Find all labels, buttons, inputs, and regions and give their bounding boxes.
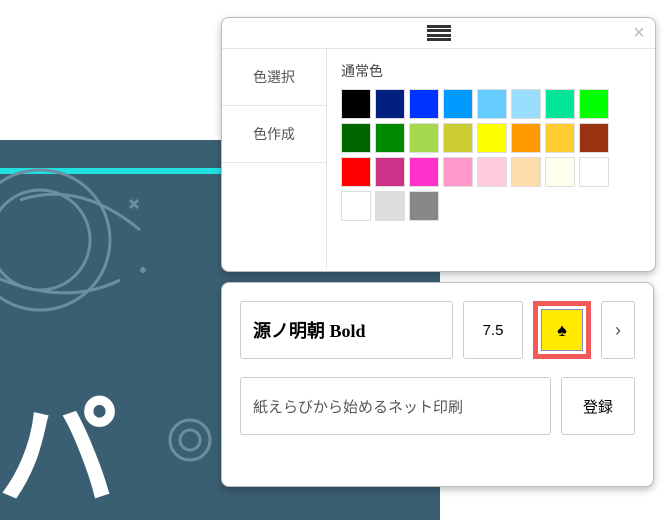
color-area: 通常色	[327, 49, 655, 269]
color-swatch[interactable]	[443, 157, 473, 187]
panel-body: 色選択 色作成 通常色	[222, 49, 655, 269]
color-tabs: 色選択 色作成	[222, 49, 327, 269]
color-swatch[interactable]	[341, 123, 371, 153]
color-swatch[interactable]	[579, 157, 609, 187]
color-swatch[interactable]	[341, 191, 371, 221]
color-swatch[interactable]	[477, 157, 507, 187]
font-name-select[interactable]: 源ノ明朝 Bold	[240, 301, 453, 359]
color-swatch[interactable]	[511, 157, 541, 187]
color-swatch[interactable]	[375, 123, 405, 153]
text-color-button[interactable]: ♠	[541, 309, 583, 351]
app-background: |パ × 色選択 色作成 通常色 源ノ明朝 Bold 7.5 ♠ ›	[0, 0, 670, 520]
panel-header: ×	[222, 18, 655, 49]
color-swatch[interactable]	[443, 89, 473, 119]
color-swatch[interactable]	[579, 123, 609, 153]
color-swatch[interactable]	[341, 89, 371, 119]
color-swatch[interactable]	[511, 123, 541, 153]
color-swatch[interactable]	[409, 123, 439, 153]
swatch-grid	[341, 89, 641, 221]
font-panel: 源ノ明朝 Bold 7.5 ♠ › 紙えらびから始めるネット印刷 登録	[221, 282, 654, 487]
highlighted-color-button: ♠	[533, 301, 591, 359]
art-letters: |パ	[0, 356, 112, 520]
close-icon[interactable]: ×	[629, 23, 649, 43]
color-swatch[interactable]	[409, 89, 439, 119]
menu-icon[interactable]	[427, 25, 451, 41]
color-swatch[interactable]	[477, 89, 507, 119]
chevron-right-icon[interactable]: ›	[601, 301, 635, 359]
color-swatch[interactable]	[409, 191, 439, 221]
register-button[interactable]: 登録	[561, 377, 635, 435]
color-swatch[interactable]	[545, 123, 575, 153]
color-swatch[interactable]	[375, 191, 405, 221]
color-swatch[interactable]	[341, 157, 371, 187]
color-swatch[interactable]	[443, 123, 473, 153]
font-row: 源ノ明朝 Bold 7.5 ♠ ›	[240, 301, 635, 359]
color-swatch[interactable]	[477, 123, 507, 153]
color-swatch[interactable]	[375, 89, 405, 119]
sample-text-input[interactable]: 紙えらびから始めるネット印刷	[240, 377, 551, 435]
color-panel: × 色選択 色作成 通常色	[221, 17, 656, 272]
tab-color-create[interactable]: 色作成	[222, 106, 326, 163]
section-label: 通常色	[341, 61, 641, 81]
sample-row: 紙えらびから始めるネット印刷 登録	[240, 377, 635, 435]
color-swatch[interactable]	[545, 89, 575, 119]
color-swatch[interactable]	[511, 89, 541, 119]
tab-color-select[interactable]: 色選択	[222, 49, 326, 106]
color-swatch[interactable]	[409, 157, 439, 187]
color-swatch[interactable]	[375, 157, 405, 187]
font-size-input[interactable]: 7.5	[463, 301, 523, 359]
color-swatch[interactable]	[579, 89, 609, 119]
color-swatch[interactable]	[545, 157, 575, 187]
